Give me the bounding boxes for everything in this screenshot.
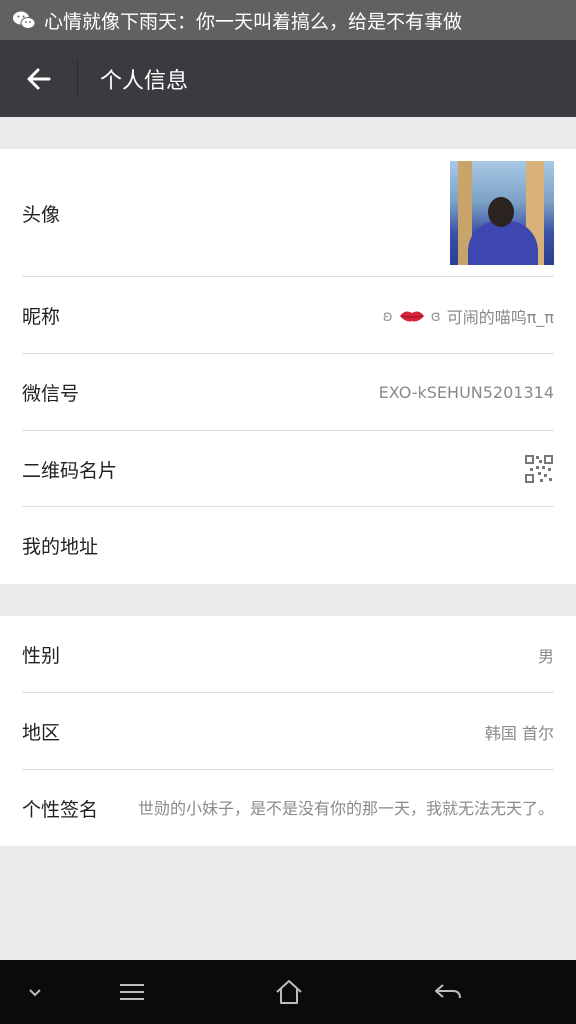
chevron-down-icon	[29, 989, 41, 997]
avatar[interactable]	[450, 161, 554, 265]
nav-collapse-button[interactable]	[14, 960, 56, 1024]
gender-row[interactable]: 性别 男	[0, 616, 576, 693]
nav-home-button[interactable]	[264, 960, 314, 1024]
page-title: 个人信息	[100, 68, 189, 94]
nickname-value: 可闹的喵呜π_π	[446, 307, 554, 327]
qrcode-row[interactable]: 二维码名片	[0, 431, 576, 507]
signature-row[interactable]: 个性签名 世勋的小妹子，是不是没有你的那一天，我就无法无天了。	[0, 770, 576, 846]
gender-label: 性别	[22, 645, 61, 667]
status-bar: 心情就像下雨天：你一天叫着搞么，给是不有事做	[0, 0, 576, 40]
wechat-id-label: 微信号	[22, 383, 80, 405]
nickname-value-wrap: ʚ ɞ 可闹的喵呜π_π	[383, 304, 554, 328]
profile-section: 头像 昵称 ʚ ɞ 可闹的喵呜π_π 微信号 EXO-kSEHUN5201314…	[0, 149, 576, 584]
notification-text: 心情就像下雨天：你一天叫着搞么，给是不有事做	[44, 10, 463, 33]
wechat-id-value: EXO-kSEHUN5201314	[378, 383, 554, 402]
address-label: 我的地址	[22, 536, 99, 558]
region-value: 韩国 首尔	[484, 723, 554, 743]
back-button[interactable]	[0, 59, 78, 98]
qrcode-label: 二维码名片	[22, 459, 118, 482]
region-label: 地区	[22, 722, 61, 744]
details-section: 性别 男 地区 韩国 首尔 个性签名 世勋的小妹子，是不是没有你的那一天，我就无…	[0, 616, 576, 846]
arrow-left-icon	[27, 68, 50, 89]
nav-back-button[interactable]	[422, 960, 474, 1024]
signature-value: 世勋的小妹子，是不是没有你的那一天，我就无法无天了。	[137, 798, 554, 818]
qrcode-icon	[524, 454, 554, 484]
nav-menu-button[interactable]	[108, 960, 156, 1024]
nickname-row[interactable]: 昵称 ʚ ɞ 可闹的喵呜π_π	[0, 277, 576, 354]
wechat-icon	[13, 11, 36, 29]
menu-icon	[120, 984, 144, 1000]
back-icon	[435, 984, 461, 999]
region-row[interactable]: 地区 韩国 首尔	[0, 693, 576, 770]
gender-value: 男	[537, 646, 554, 666]
lips-icon	[399, 311, 424, 321]
address-row[interactable]: 我的地址	[0, 507, 576, 584]
avatar-label: 头像	[22, 203, 61, 226]
system-nav-bar	[0, 960, 576, 1024]
wechat-id-row[interactable]: 微信号 EXO-kSEHUN5201314	[0, 354, 576, 431]
nickname-label: 昵称	[22, 306, 61, 328]
home-icon	[276, 980, 302, 1004]
title-bar: 个人信息	[0, 40, 576, 117]
signature-label: 个性签名	[22, 798, 99, 821]
avatar-row[interactable]: 头像	[0, 149, 576, 277]
